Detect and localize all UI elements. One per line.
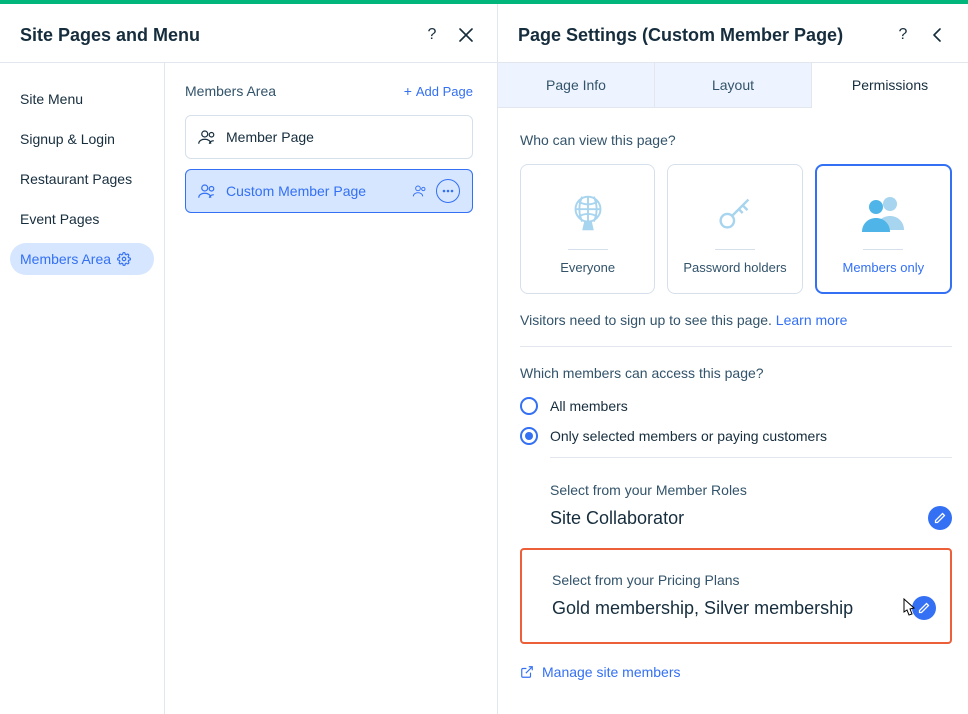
tab-permissions[interactable]: Permissions (812, 63, 968, 108)
back-icon[interactable] (924, 22, 950, 48)
help-icon[interactable]: ? (890, 22, 916, 48)
tabs: Page Info Layout Permissions (498, 62, 968, 108)
which-members-label: Which members can access this page? (520, 365, 952, 381)
sidebar: Site Menu Signup & Login Restaurant Page… (0, 63, 164, 714)
pricing-plans-highlight: Select from your Pricing Plans Gold memb… (520, 548, 952, 644)
add-page-button[interactable]: + Add Page (404, 83, 473, 99)
learn-more-link[interactable]: Learn more (776, 312, 848, 328)
radio-icon (520, 397, 538, 415)
plus-icon: + (404, 83, 412, 99)
sidebar-item-members-area[interactable]: Members Area (10, 243, 154, 275)
sidebar-item-restaurant-pages[interactable]: Restaurant Pages (10, 163, 154, 195)
close-icon[interactable] (453, 22, 479, 48)
member-roles-label: Select from your Member Roles (550, 482, 952, 498)
radio-icon (520, 427, 538, 445)
panel-title: Site Pages and Menu (20, 25, 419, 46)
edit-roles-button[interactable] (928, 506, 952, 530)
signup-hint: Visitors need to sign up to see this pag… (520, 312, 952, 328)
gear-icon (117, 252, 131, 266)
sidebar-item-event-pages[interactable]: Event Pages (10, 203, 154, 235)
key-icon (712, 183, 758, 243)
member-icon (198, 184, 216, 198)
external-link-icon (520, 665, 534, 679)
tab-page-info[interactable]: Page Info (498, 63, 655, 107)
visibility-icon[interactable] (408, 179, 432, 203)
pages-content: Members Area + Add Page Member Page (164, 63, 497, 714)
member-roles-value: Site Collaborator (550, 508, 928, 529)
view-option-members[interactable]: Members only (815, 164, 952, 294)
page-settings-panel: Page Settings (Custom Member Page) ? Pag… (498, 4, 968, 714)
edit-plans-button[interactable] (912, 596, 936, 620)
pricing-plans-label: Select from your Pricing Plans (552, 572, 936, 588)
who-can-view-label: Who can view this page? (520, 132, 952, 148)
member-icon (198, 130, 216, 144)
page-item-member-page[interactable]: Member Page (185, 115, 473, 159)
radio-selected-members[interactable]: Only selected members or paying customer… (520, 427, 952, 445)
sidebar-item-signup-login[interactable]: Signup & Login (10, 123, 154, 155)
view-option-everyone[interactable]: Everyone (520, 164, 655, 294)
members-icon (858, 183, 908, 243)
manage-members-link[interactable]: Manage site members (520, 664, 952, 680)
page-item-custom-member-page[interactable]: Custom Member Page (185, 169, 473, 213)
radio-all-members[interactable]: All members (520, 397, 952, 415)
panel-title: Page Settings (Custom Member Page) (518, 25, 890, 46)
sidebar-item-site-menu[interactable]: Site Menu (10, 83, 154, 115)
site-pages-panel: Site Pages and Menu ? Site Menu Signup &… (0, 4, 498, 714)
more-options-button[interactable] (436, 179, 460, 203)
globe-icon (565, 183, 611, 243)
help-icon[interactable]: ? (419, 22, 445, 48)
tab-layout[interactable]: Layout (655, 63, 812, 107)
member-roles-section: Select from your Member Roles Site Colla… (520, 482, 952, 530)
pricing-plans-value: Gold membership, Silver membership (552, 598, 912, 619)
view-option-password[interactable]: Password holders (667, 164, 802, 294)
section-title: Members Area (185, 83, 404, 99)
